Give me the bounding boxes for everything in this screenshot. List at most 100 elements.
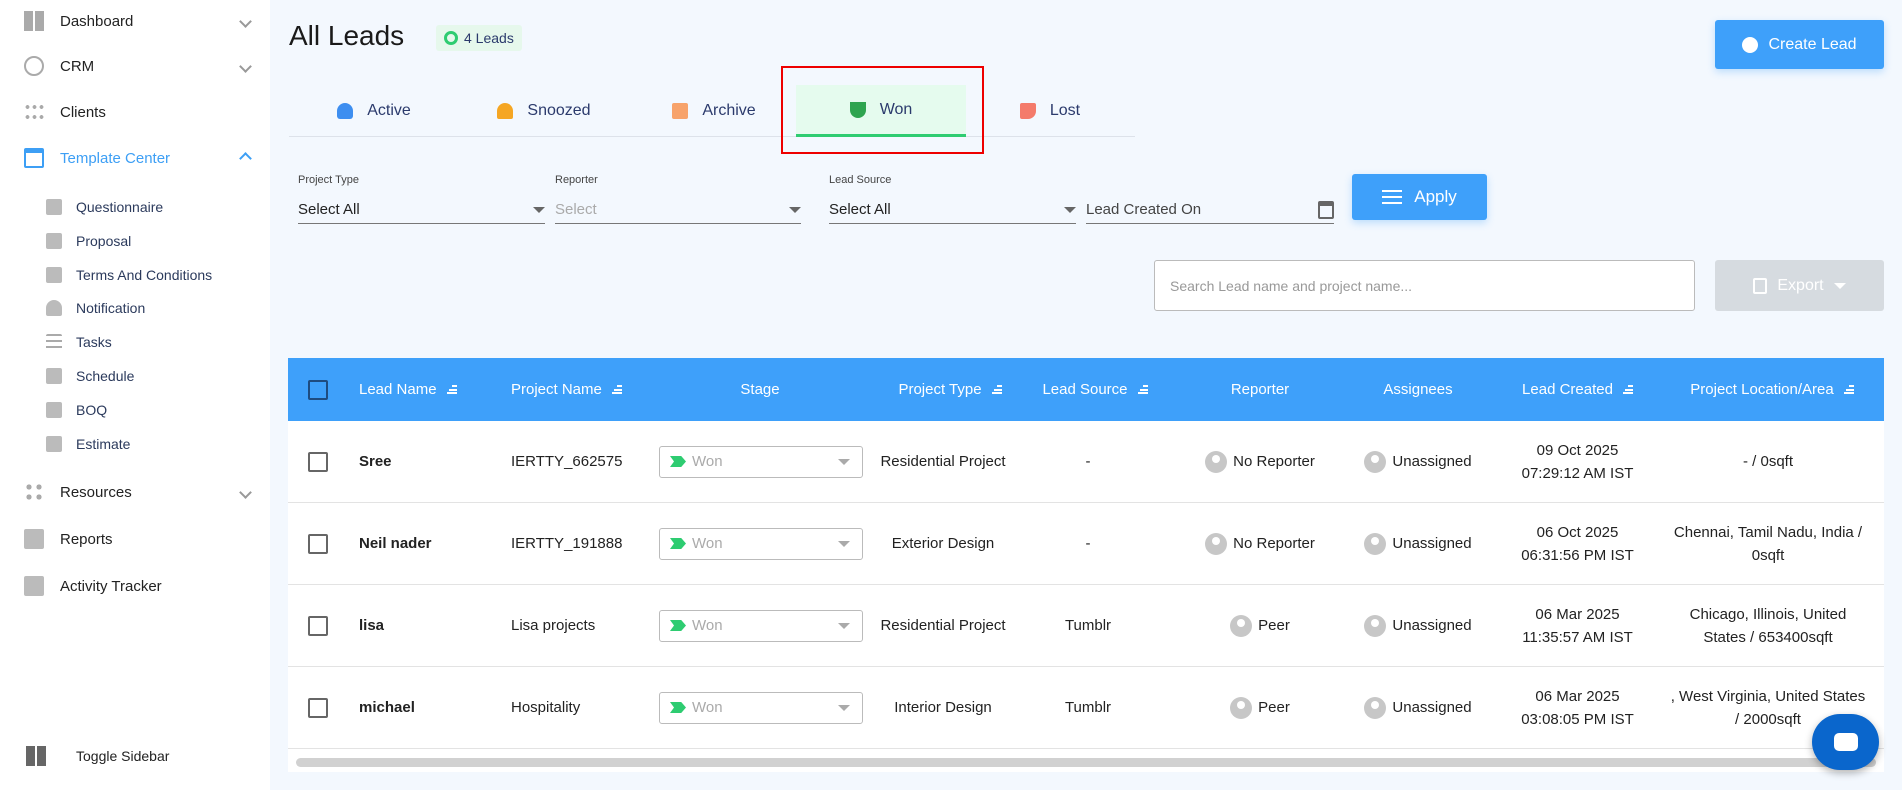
sidebar-item-boq[interactable]: BOQ <box>46 402 107 418</box>
header-project-name[interactable]: Project Name <box>511 358 661 421</box>
project-type-select[interactable]: Select All <box>298 196 545 224</box>
created-date: 06 Mar 2025 <box>1535 687 1620 705</box>
sidebar-item-schedule[interactable]: Schedule <box>46 368 134 384</box>
project-name: IERTTY_191888 <box>511 535 623 552</box>
sort-icon[interactable] <box>1843 385 1854 394</box>
lead-name[interactable]: Sree <box>359 421 509 502</box>
checklist-icon <box>46 334 62 350</box>
sidebar-item-tasks[interactable]: Tasks <box>46 334 112 350</box>
select-all-checkbox[interactable] <box>306 358 330 421</box>
row-checkbox[interactable] <box>308 615 328 636</box>
table-row[interactable]: Sree IERTTY_662575 Won Residential Proje… <box>288 421 1884 503</box>
user-check-icon <box>337 103 354 119</box>
sidebar-item-reports[interactable]: Reports <box>24 529 250 549</box>
table-row[interactable]: michael Hospitality Won Interior Design … <box>288 667 1884 749</box>
sidebar-item-notification[interactable]: Notification <box>46 300 145 316</box>
sort-icon[interactable] <box>446 385 457 394</box>
sort-icon[interactable] <box>1137 385 1148 394</box>
sidebar-item-clients[interactable]: Clients <box>24 102 250 122</box>
reporter-name: Peer <box>1258 617 1290 634</box>
reporter: No Reporter <box>1170 421 1350 502</box>
stage-cell: Won <box>658 421 864 502</box>
stage-select[interactable]: Won <box>659 609 863 642</box>
sidebar-item-label: Schedule <box>76 368 135 384</box>
sidebar-item-questionnaire[interactable]: Questionnaire <box>46 199 163 215</box>
sort-icon[interactable] <box>1622 385 1633 394</box>
tab-lost[interactable]: Lost <box>965 85 1135 137</box>
avatar <box>1205 532 1228 555</box>
sidebar-item-template-center[interactable]: Template Center <box>24 148 252 168</box>
lead-source: - <box>1085 453 1091 470</box>
boq-icon <box>46 402 62 418</box>
lead-name[interactable]: Neil nader <box>359 503 509 584</box>
row-checkbox-cell[interactable] <box>306 421 330 502</box>
apply-button[interactable]: Apply <box>1352 174 1487 220</box>
row-checkbox[interactable] <box>308 533 328 554</box>
sort-icon[interactable] <box>991 385 1002 394</box>
toggle-sidebar-button[interactable]: Toggle Sidebar <box>26 746 252 766</box>
lead-created-on-input[interactable]: Lead Created On <box>1086 196 1334 224</box>
header-project-location[interactable]: Project Location/Area <box>1660 358 1884 421</box>
calendar-icon <box>1318 200 1334 219</box>
tab-archive[interactable]: Archive <box>629 85 799 137</box>
tab-snoozed[interactable]: Snoozed <box>459 85 629 137</box>
table-row[interactable]: lisa Lisa projects Won Residential Proje… <box>288 585 1884 667</box>
row-checkbox[interactable] <box>308 451 328 472</box>
sliders-icon <box>1382 190 1403 204</box>
header-lead-source[interactable]: Lead Source <box>1020 358 1170 421</box>
sidebar-item-dashboard[interactable]: Dashboard <box>24 11 252 31</box>
sidebar-item-estimate[interactable]: Estimate <box>46 436 130 452</box>
header-lead-name[interactable]: Lead Name <box>359 358 509 421</box>
gantt-icon <box>46 368 62 384</box>
avatar <box>1230 614 1253 637</box>
created-time: 03:08:05 PM IST <box>1521 710 1634 728</box>
row-checkbox-cell[interactable] <box>306 667 330 748</box>
checkbox[interactable] <box>308 379 328 400</box>
tab-active[interactable]: Active <box>289 85 459 137</box>
reporter-name: Peer <box>1258 699 1290 716</box>
lead-status-tabs: Active Snoozed Archive Won Lost <box>289 85 1135 137</box>
export-button[interactable]: Export <box>1715 260 1884 311</box>
header-lead-created[interactable]: Lead Created <box>1500 358 1655 421</box>
avatar <box>1205 450 1228 473</box>
chevron-down-icon <box>239 485 252 499</box>
trash-icon <box>672 103 689 119</box>
table-row[interactable]: Neil nader IERTTY_191888 Won Exterior De… <box>288 503 1884 585</box>
chat-button[interactable] <box>1812 714 1879 770</box>
sidebar: Dashboard CRM Clients Template Center Qu… <box>0 0 270 790</box>
lead-name[interactable]: lisa <box>359 585 509 666</box>
stage-select[interactable]: Won <box>659 445 863 478</box>
sidebar-item-activity-tracker[interactable]: Activity Tracker <box>24 576 250 596</box>
create-lead-button[interactable]: Create Lead <box>1715 20 1884 69</box>
sidebar-item-crm[interactable]: CRM <box>24 56 252 76</box>
row-checkbox-cell[interactable] <box>306 503 330 584</box>
sidebar-item-label: Reports <box>60 530 113 548</box>
leads-count: 4 Leads <box>464 30 514 46</box>
sort-icon[interactable] <box>611 385 622 394</box>
caret-down-icon <box>789 206 801 213</box>
create-lead-label: Create Lead <box>1768 35 1857 53</box>
horizontal-scrollbar[interactable] <box>296 758 1876 767</box>
lead-source: Tumblr <box>1064 617 1112 634</box>
bell-snooze-icon <box>497 103 514 119</box>
lead-created: 06 Mar 2025 11:35:57 AM IST <box>1500 585 1655 666</box>
chevron-down-icon <box>239 59 252 73</box>
row-checkbox-cell[interactable] <box>306 585 330 666</box>
row-checkbox[interactable] <box>308 697 328 718</box>
search-input[interactable]: Search Lead name and project name... <box>1154 260 1695 311</box>
avatar <box>1364 696 1387 719</box>
clients-icon <box>24 102 44 122</box>
lead-name[interactable]: michael <box>359 667 509 748</box>
stage-select[interactable]: Won <box>659 527 863 560</box>
stage-select[interactable]: Won <box>659 691 863 724</box>
caret-down-icon <box>838 704 850 711</box>
sidebar-item-label: Terms And Conditions <box>76 267 213 283</box>
export-icon <box>1753 277 1768 294</box>
sidebar-item-proposal[interactable]: Proposal <box>46 233 131 249</box>
reporter-select[interactable]: Select <box>555 196 801 224</box>
sidebar-item-terms[interactable]: Terms And Conditions <box>46 267 212 283</box>
lead-source-select[interactable]: Select All <box>829 196 1076 224</box>
header-project-type[interactable]: Project Type <box>870 358 1030 421</box>
sidebar-item-resources[interactable]: Resources <box>24 482 252 502</box>
user-add-icon <box>1742 36 1759 53</box>
